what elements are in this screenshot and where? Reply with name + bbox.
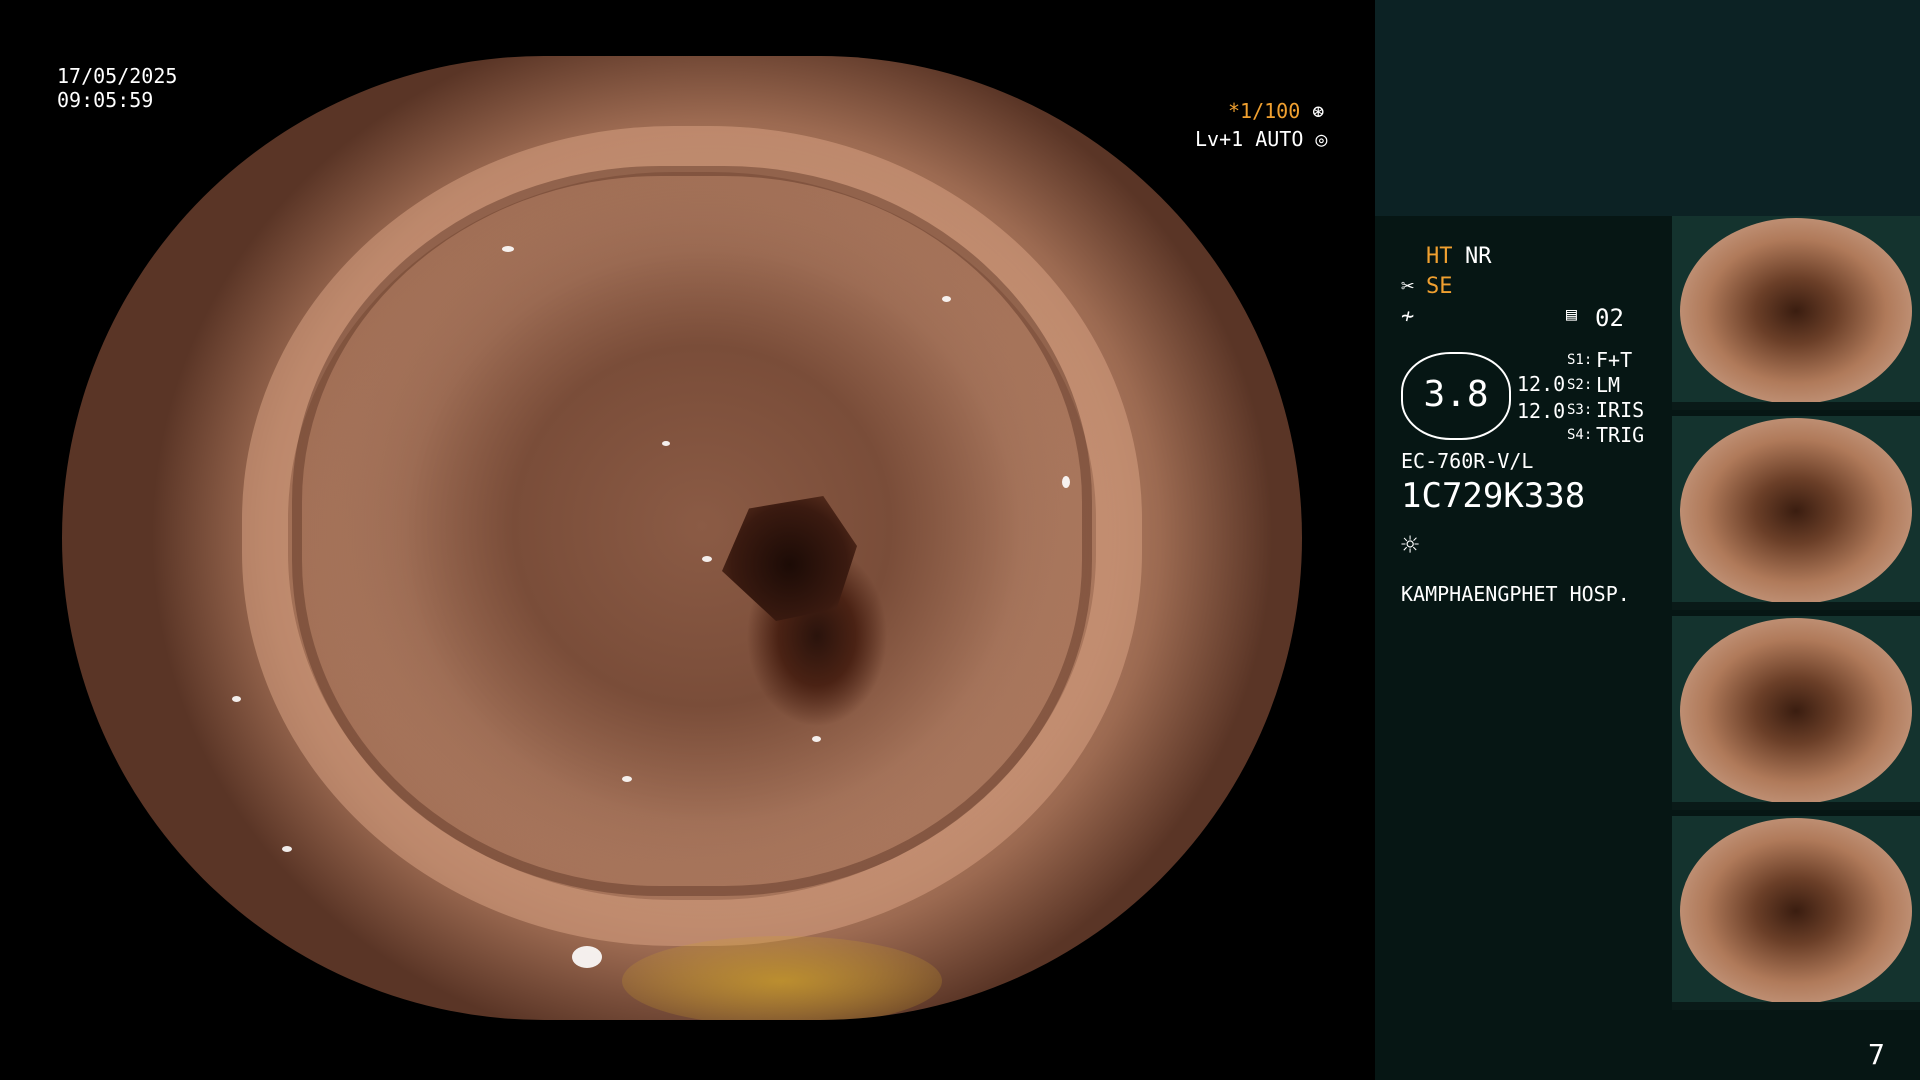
reflection	[282, 846, 292, 852]
info-panel-header	[1375, 0, 1920, 216]
thumbnail-image	[1680, 818, 1912, 1004]
endoscope-main-view	[62, 56, 1302, 1020]
memo-icon: ▤	[1566, 304, 1577, 325]
mucosal-fold-inner	[292, 166, 1092, 896]
reflection	[1062, 476, 1070, 488]
reflection	[812, 736, 821, 742]
level-text: Lv+1 AUTO ◎	[1195, 127, 1327, 151]
memo-count: 02	[1595, 304, 1624, 332]
iris-icon: ◎	[1315, 127, 1328, 151]
thumbnail[interactable]	[1672, 216, 1920, 410]
s3-key: S3:	[1567, 402, 1593, 418]
hospital-name: KAMPHAENGPHET HOSP.	[1401, 582, 1630, 606]
reflection	[502, 246, 514, 252]
reflection	[702, 556, 712, 562]
thumbnail-caption	[1672, 402, 1920, 410]
gauge-value: 3.8	[1423, 374, 1489, 415]
s4-key: S4:	[1567, 427, 1593, 443]
aperture-icon: ⊛	[1312, 99, 1325, 123]
scissors-icon: ✂	[1401, 274, 1415, 299]
value-2: 12.0	[1517, 399, 1566, 423]
level-value: Lv+1 AUTO	[1195, 127, 1304, 151]
s2-key: S2:	[1567, 377, 1593, 393]
thumbnail-image	[1680, 218, 1912, 404]
bile-residue	[622, 936, 942, 1020]
thumbnail-caption	[1672, 1002, 1920, 1010]
shutter-value: *1/100	[1228, 99, 1301, 123]
feather-icon: ≁	[1401, 304, 1415, 329]
s3-value: IRIS	[1596, 398, 1645, 422]
shutter-text: *1/100 ⊛	[1228, 99, 1324, 123]
thumbnail-caption	[1672, 802, 1920, 810]
reflection	[572, 946, 602, 968]
nr-label: NR	[1465, 244, 1492, 269]
date-text: 17/05/2025	[57, 64, 178, 88]
thumbnail-image	[1680, 618, 1912, 804]
se-label: SE	[1426, 274, 1453, 299]
thumbnail[interactable]	[1672, 816, 1920, 1010]
s2-value: LM	[1596, 373, 1621, 397]
value-1: 12.0	[1517, 372, 1566, 396]
scope-serial: 1C729K338	[1401, 476, 1586, 516]
reflection	[622, 776, 632, 782]
ht-label: HT	[1426, 244, 1453, 269]
thumbnail-image	[1680, 418, 1912, 604]
reflection	[232, 696, 241, 702]
s4-value: TRIG	[1596, 423, 1645, 447]
thumbnail-caption	[1672, 602, 1920, 610]
scope-model: EC-760R-V/L	[1401, 449, 1534, 473]
reflection	[662, 441, 670, 446]
thumbnail[interactable]	[1672, 416, 1920, 610]
page-number: 7	[1868, 1038, 1885, 1071]
s1-key: S1:	[1567, 352, 1593, 368]
reflection	[942, 296, 951, 302]
brightness-icon: ☼	[1401, 528, 1420, 563]
s1-value: F+T	[1596, 348, 1633, 372]
time-text: 09:05:59	[57, 88, 154, 112]
thumbnail[interactable]	[1672, 616, 1920, 810]
